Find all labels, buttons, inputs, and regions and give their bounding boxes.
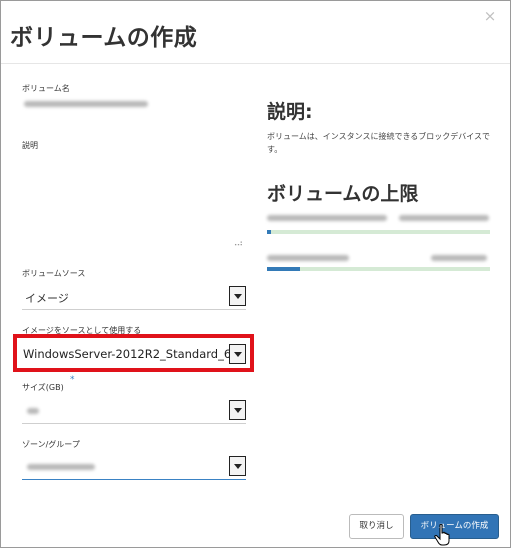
limits-heading: ボリュームの上限: [267, 183, 419, 205]
image-source-value[interactable]: WindowsServer-2012R2_Standard_64_: [23, 347, 244, 361]
create-volume-button[interactable]: ボリュームの作成: [410, 514, 499, 539]
textarea-resize-handle[interactable]: ⠠⠴: [231, 239, 243, 249]
description-label: 説明: [22, 141, 38, 150]
volume-name-label: ボリューム名: [22, 84, 70, 93]
dialog-title: ボリュームの作成: [10, 25, 198, 51]
description-heading: 説明:: [267, 101, 313, 123]
size-label: サイズ(GB): [22, 383, 64, 392]
required-marker: *: [70, 375, 75, 385]
chevron-down-icon[interactable]: [229, 400, 246, 420]
limit-count-2: [431, 255, 487, 261]
close-icon[interactable]: ×: [482, 8, 498, 24]
limit-count-1: [399, 215, 489, 221]
limit-label-1: [267, 215, 387, 221]
zone-select[interactable]: [22, 455, 246, 480]
volume-name-input[interactable]: [24, 101, 148, 107]
size-input[interactable]: [22, 399, 246, 424]
volume-source-value: イメージ: [25, 292, 69, 305]
description-text: ボリュームは、インスタンスに接続できるブロックデバイスです。: [267, 132, 491, 154]
chevron-down-icon[interactable]: [229, 344, 246, 364]
limit-label-2: [267, 255, 349, 261]
chevron-down-icon[interactable]: [229, 286, 246, 306]
chevron-down-icon[interactable]: [229, 456, 246, 476]
hand-cursor-icon: [434, 524, 450, 546]
limit-bar-fill-2: [267, 267, 301, 271]
limit-bar-2: [267, 267, 490, 271]
size-value: [27, 408, 39, 414]
limit-bar-fill-1: [267, 230, 272, 234]
volume-source-select[interactable]: イメージ: [22, 285, 246, 310]
create-volume-dialog: ボリュームの作成 × ボリューム名 説明 ⠠⠴ ボリュームソース イメージ イメ…: [0, 0, 511, 548]
header-divider: [1, 63, 510, 64]
limit-bar-1: [267, 230, 490, 234]
cancel-button[interactable]: 取り消し: [349, 514, 404, 539]
zone-value: [27, 464, 95, 470]
zone-label: ゾーン/グループ: [22, 440, 80, 449]
volume-source-label: ボリュームソース: [22, 269, 86, 278]
